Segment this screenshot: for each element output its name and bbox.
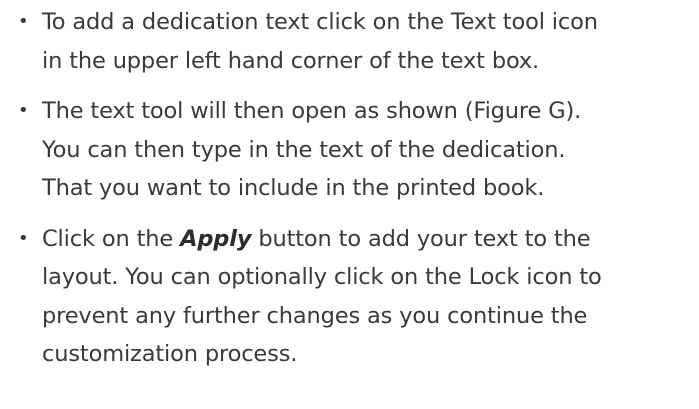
apply-term: Apply [180, 225, 252, 252]
bullet-2-line-1: The text tool will then open as shown (F… [42, 98, 582, 124]
bullet-item-apply-button: • Click on the Apply button to add your … [18, 220, 696, 374]
bullet-1-line-1: To add a dedication text click on the Te… [42, 9, 598, 35]
bullet-marker: • [18, 100, 29, 121]
bullet-1-line-2: in the upper left hand corner of the tex… [42, 47, 540, 74]
bullet-item-dedication-text: • To add a dedication text click on the … [18, 3, 696, 80]
document-page: • To add a dedication text click on the … [0, 0, 699, 409]
bullet-marker: • [18, 227, 29, 249]
bullet-3-line-2: layout. You can optionally click on the … [42, 264, 602, 290]
bullet-2-line-3: That you want to include in the printed … [42, 175, 545, 201]
bullet-3-line-3: prevent any further changes as you conti… [42, 302, 588, 329]
instruction-bullet-list: • To add a dedication text click on the … [18, 3, 696, 374]
bullet-marker: • [18, 11, 29, 32]
bullet-3-text-before: Click on the [42, 225, 181, 252]
bullet-3-text-after: button to add your text to the [251, 225, 591, 252]
bullet-2-line-2: You can then type in the text of the ded… [42, 136, 566, 163]
bullet-3-line-4: customization process. [42, 341, 298, 367]
bullet-item-text-tool-open: • The text tool will then open as shown … [18, 92, 696, 208]
bullet-3-line-1: Click on the Apply button to add your te… [42, 220, 696, 259]
